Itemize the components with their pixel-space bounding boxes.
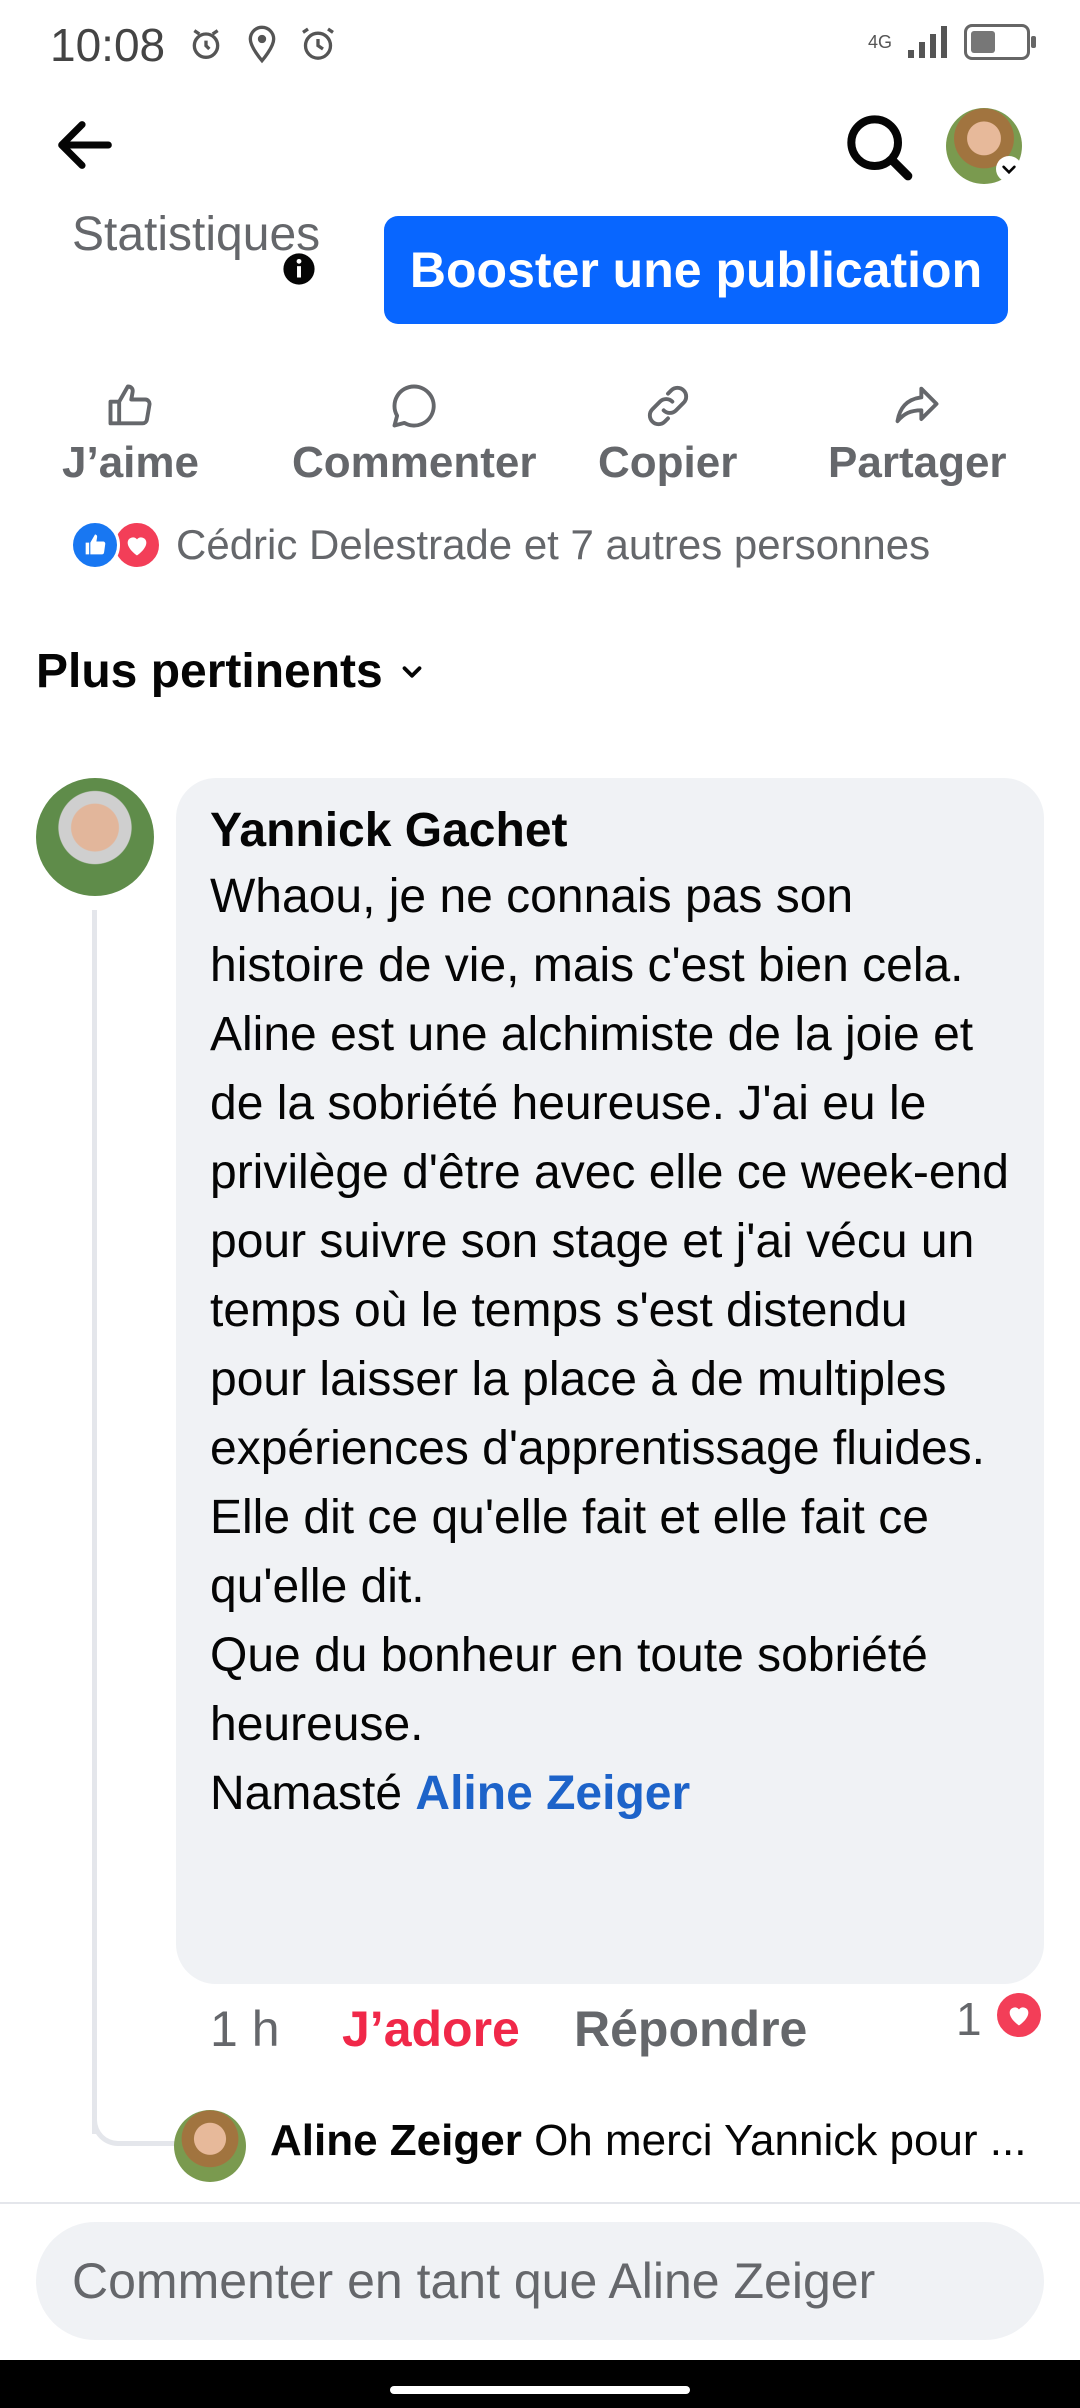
link-icon [647, 385, 688, 427]
like-action[interactable]: J’aime [62, 380, 199, 488]
heart-icon [994, 1990, 1044, 2040]
battery-level [971, 31, 995, 53]
reply-button[interactable]: Répondre [574, 2000, 807, 2058]
chevron-down-icon [402, 665, 422, 678]
share-action[interactable]: Partager [828, 380, 1007, 488]
system-nav-bar [0, 2360, 1080, 2408]
comment-body: Whaou, je ne connais pas son histoire de… [210, 870, 1009, 1820]
search-button[interactable] [838, 106, 918, 186]
like-reaction-icon [70, 520, 120, 570]
commenter-avatar[interactable] [36, 778, 154, 896]
comment-mention[interactable]: Aline Zeiger [415, 1767, 690, 1820]
like-label: J’aime [62, 438, 199, 487]
thumbs-up-icon [109, 384, 152, 426]
sort-label: Plus pertinents [36, 645, 383, 698]
battery-icon [964, 24, 1036, 60]
copy-action[interactable]: Copier [598, 380, 737, 488]
reply-avatar[interactable] [174, 2110, 246, 2182]
arrow-left-icon [58, 121, 112, 169]
comment-bubble-icon [392, 384, 436, 428]
comment-meta: 1 h J’adore Répondre 1 [0, 1990, 1080, 2070]
home-indicator[interactable] [390, 2386, 690, 2394]
chevron-down-icon [996, 156, 1022, 182]
reply-text: Oh merci Yannick pour ... [534, 2116, 1027, 2165]
boost-post-button[interactable]: Booster une publication [384, 216, 1008, 324]
comment-author[interactable]: Yannick Gachet [210, 800, 1010, 862]
comment-composer[interactable] [36, 2222, 1044, 2340]
alarm-icon [302, 27, 334, 60]
share-label: Partager [828, 438, 1007, 487]
share-arrow-icon [895, 386, 939, 424]
thread-line [92, 910, 182, 2134]
reply-author: Aline Zeiger [270, 2116, 522, 2165]
network-label: 4G [867, 32, 892, 52]
back-button[interactable] [50, 110, 120, 180]
alarm-silent-icon [192, 29, 220, 60]
comment-text: Whaou, je ne connais pas son histoire de… [210, 862, 1010, 1828]
comment-time: 1 h [210, 2001, 280, 2057]
signal-icon [908, 26, 947, 58]
comment-label: Commenter [292, 438, 537, 487]
copy-label: Copier [598, 438, 738, 487]
comment-action[interactable]: Commenter [292, 380, 537, 488]
stats-label[interactable]: Statistiques [72, 200, 320, 270]
status-right: 4G [867, 24, 1036, 60]
status-icons [186, 24, 338, 64]
comment-sort-dropdown[interactable]: Plus pertinents [36, 644, 427, 699]
reactions-summary[interactable]: Cédric Delestrade et 7 autres personnes [70, 520, 930, 570]
status-bar: 10:08 4G [0, 0, 1080, 92]
love-reaction-button[interactable]: J’adore [342, 2000, 520, 2058]
divider [0, 2202, 1080, 2204]
comment-bubble[interactable]: Yannick Gachet Whaou, je ne connais pas … [176, 778, 1044, 1984]
info-icon[interactable] [282, 252, 316, 286]
reply-connector [92, 2090, 182, 2146]
comment-input[interactable] [72, 2252, 1044, 2310]
post-actions: J’aime Commenter Copier Partager [0, 380, 1080, 500]
reply-preview[interactable]: Aline Zeiger Oh merci Yannick pour ... [270, 2116, 1040, 2166]
reactions-text: Cédric Delestrade et 7 autres personnes [176, 521, 931, 568]
search-icon [847, 115, 913, 181]
status-time: 10:08 [50, 19, 166, 71]
location-icon [248, 25, 276, 64]
comment-reaction-count[interactable]: 1 [956, 1992, 982, 2046]
